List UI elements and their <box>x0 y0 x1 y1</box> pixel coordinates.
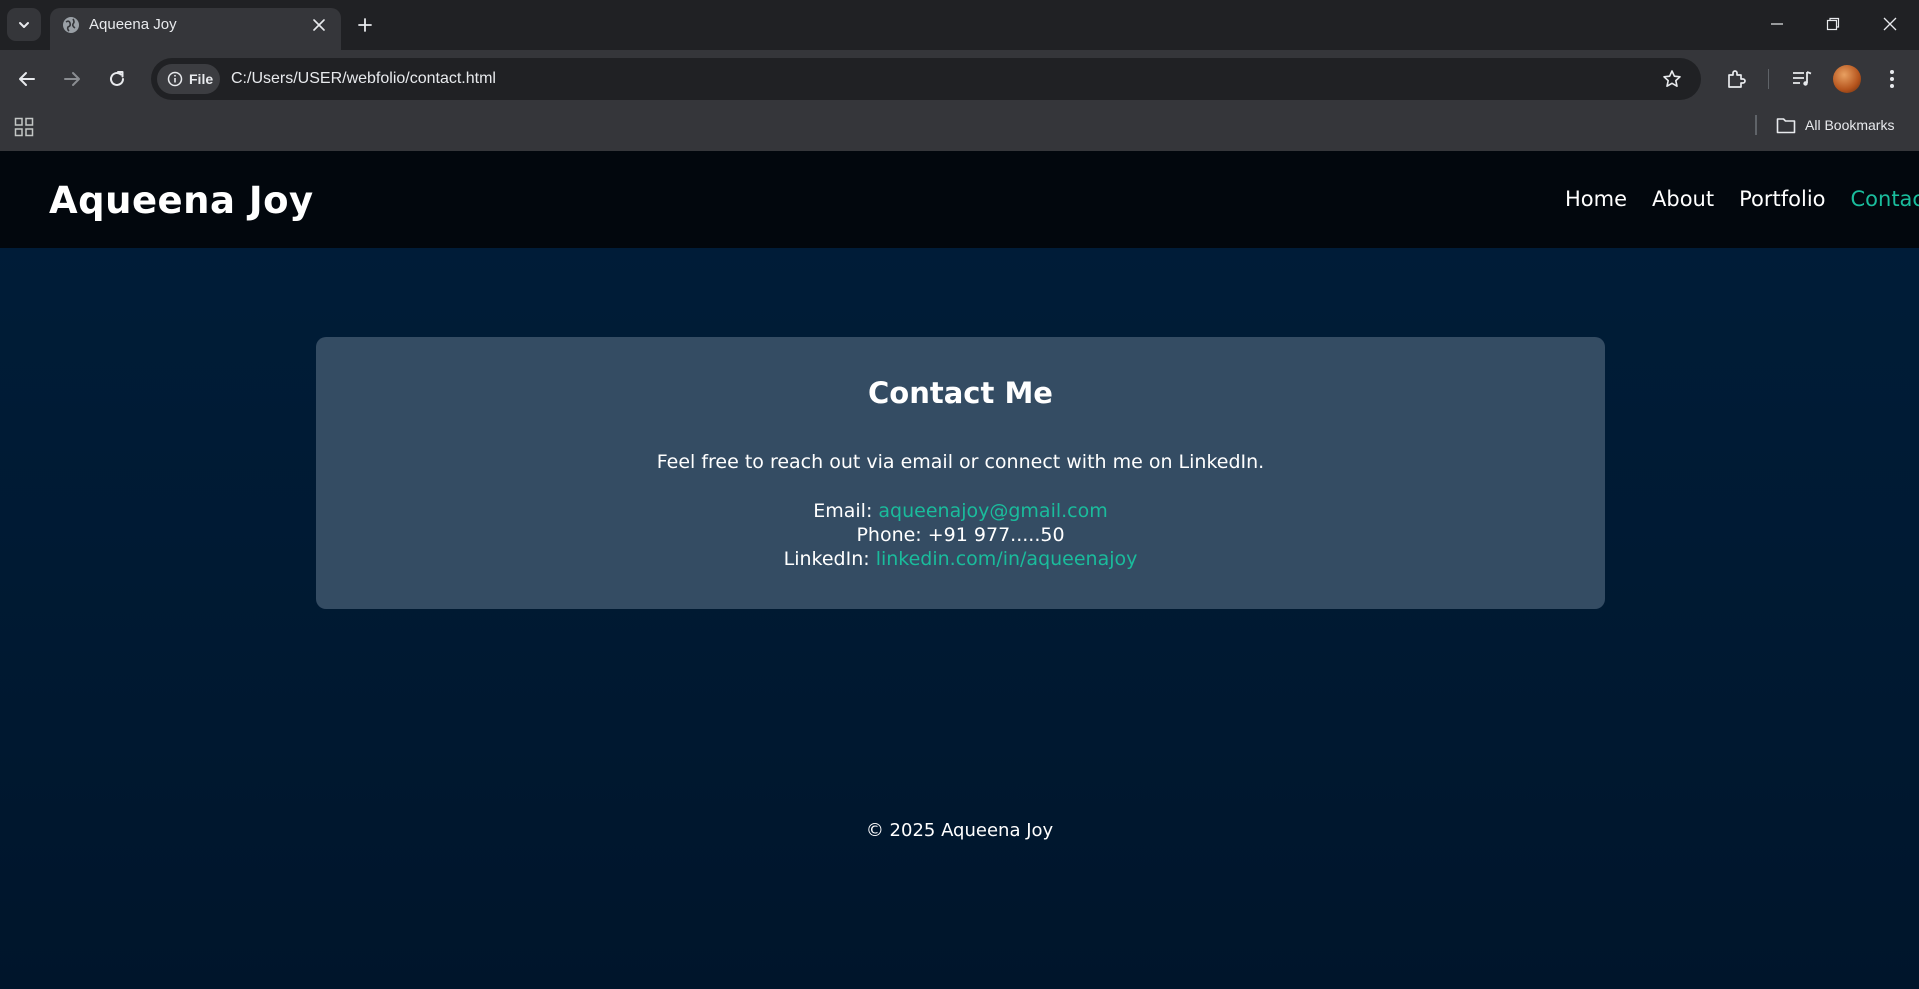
address-bar[interactable]: File C:/Users/USER/webfolio/contact.html <box>151 58 1701 100</box>
profile-avatar[interactable] <box>1833 65 1861 93</box>
linkedin-link[interactable]: linkedin.com/in/aqueenajoy <box>876 548 1138 570</box>
page-viewport: Aqueena Joy Home About Portfolio Contact… <box>0 151 1919 989</box>
site-footer: © 2025 Aqueena Joy <box>865 820 1054 841</box>
reload-icon <box>110 71 124 86</box>
phone-label: Phone: <box>856 524 922 546</box>
phone-line: Phone: +91 977.....50 <box>316 523 1605 547</box>
linkedin-label: LinkedIn: <box>783 548 870 570</box>
minimize-button[interactable] <box>1765 12 1789 36</box>
globe-icon <box>63 17 79 33</box>
contact-heading: Contact Me <box>868 376 1053 410</box>
bookmarks-divider <box>1755 115 1757 135</box>
folder-icon <box>1776 117 1796 133</box>
all-bookmarks-button[interactable]: All Bookmarks <box>1776 114 1894 136</box>
close-icon <box>1883 17 1897 31</box>
tab-search-button[interactable] <box>7 8 41 41</box>
email-link[interactable]: aqueenajoy@gmail.com <box>878 500 1107 522</box>
close-window-button[interactable] <box>1878 12 1902 36</box>
all-bookmarks-label: All Bookmarks <box>1805 117 1895 133</box>
plus-icon <box>358 18 372 32</box>
bookmark-star-button[interactable] <box>1661 68 1683 90</box>
close-tab-button[interactable] <box>309 15 329 35</box>
arrow-left-icon <box>19 72 35 86</box>
phone-value: +91 977.....50 <box>927 524 1065 546</box>
apps-grid-icon[interactable] <box>14 117 34 137</box>
browser-menu-button[interactable] <box>1879 66 1905 92</box>
browser-toolbar: File C:/Users/USER/webfolio/contact.html <box>0 50 1919 108</box>
kebab-menu-icon <box>1890 70 1894 88</box>
minimize-icon <box>1771 23 1783 25</box>
email-line: Email: aqueenajoy@gmail.com <box>316 499 1605 523</box>
site-chip-label: File <box>189 71 214 87</box>
back-button[interactable] <box>14 66 40 92</box>
bookmarks-bar <box>0 108 1919 151</box>
tab-title: Aqueena Joy <box>89 16 177 33</box>
nav-link-contact[interactable]: Contact <box>1851 187 1919 211</box>
linkedin-line: LinkedIn: linkedin.com/in/aqueenajoy <box>316 547 1605 571</box>
puzzle-icon <box>1728 70 1746 88</box>
site-brand[interactable]: Aqueena Joy <box>49 179 314 222</box>
contact-intro: Feel free to reach out via email or conn… <box>656 451 1265 473</box>
nav-link-home[interactable]: Home <box>1565 187 1627 211</box>
restore-button[interactable] <box>1821 12 1845 36</box>
restore-icon <box>1826 17 1840 31</box>
browser-tab-active[interactable]: Aqueena Joy <box>50 8 341 50</box>
playlist-icon <box>1793 71 1812 86</box>
reload-button[interactable] <box>104 66 130 92</box>
star-icon <box>1663 70 1681 87</box>
close-icon <box>313 19 325 31</box>
extensions-button[interactable] <box>1723 66 1749 92</box>
url-text[interactable]: C:/Users/USER/webfolio/contact.html <box>231 70 496 88</box>
site-header: Aqueena Joy Home About Portfolio Contact <box>0 151 1919 248</box>
nav-link-portfolio[interactable]: Portfolio <box>1739 187 1825 211</box>
email-label: Email: <box>813 500 873 522</box>
new-tab-button[interactable] <box>353 13 377 37</box>
site-nav: Home About Portfolio Contact <box>1565 187 1919 211</box>
contact-card: Contact Me Feel free to reach out via em… <box>316 337 1605 609</box>
info-icon <box>167 71 183 87</box>
chevron-down-icon <box>19 21 29 28</box>
contact-details: Email: aqueenajoy@gmail.com Phone: +91 9… <box>316 499 1605 571</box>
toolbar-divider <box>1768 69 1769 89</box>
forward-button[interactable] <box>59 66 85 92</box>
tab-strip: Aqueena Joy <box>0 0 1919 50</box>
media-controls-button[interactable] <box>1789 66 1815 92</box>
arrow-right-icon <box>64 72 80 86</box>
nav-link-about[interactable]: About <box>1652 187 1714 211</box>
